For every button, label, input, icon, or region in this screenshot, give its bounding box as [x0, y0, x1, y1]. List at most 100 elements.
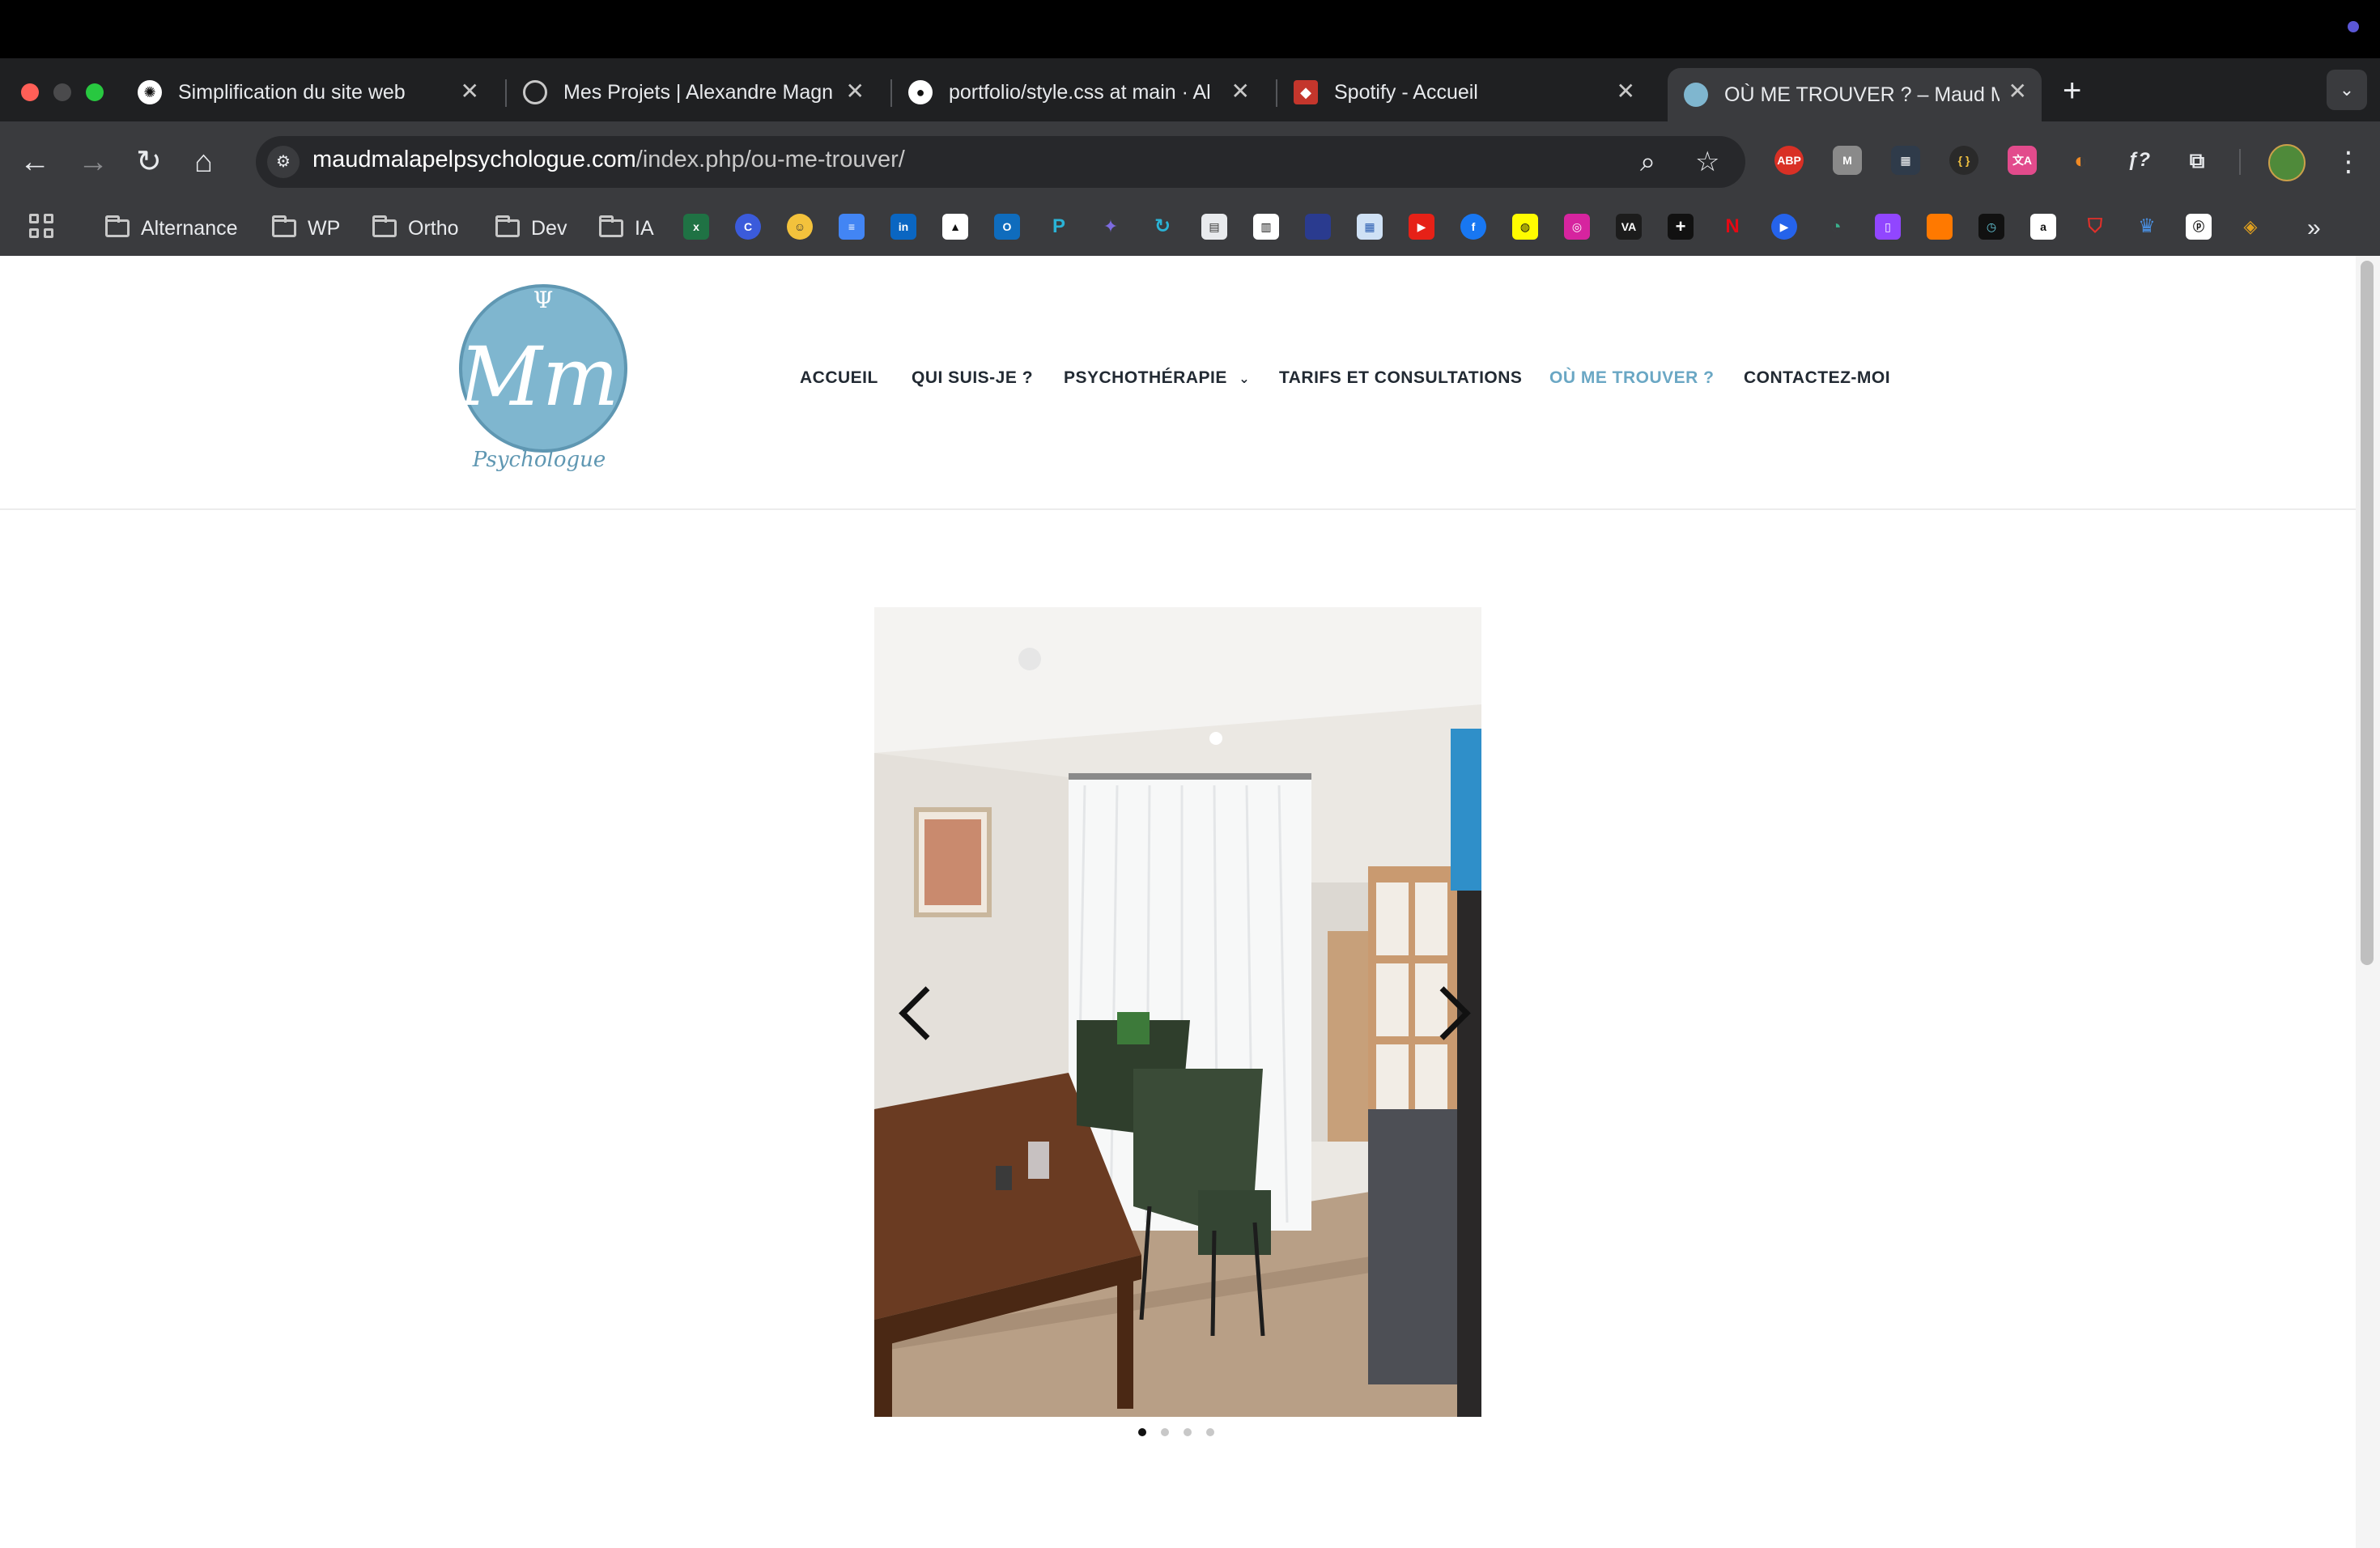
minimize-window-button[interactable]: [53, 83, 71, 101]
amazon-icon[interactable]: a: [2030, 214, 2056, 240]
moon-extension-icon[interactable]: ◐: [2066, 146, 2095, 175]
reload-button[interactable]: ↻: [136, 142, 162, 181]
chart-icon[interactable]: ◔: [1823, 214, 1849, 240]
menu-kebab-icon[interactable]: ⋮: [2335, 144, 2362, 180]
forward-button[interactable]: →: [78, 142, 108, 181]
folder-icon: [495, 215, 520, 237]
p-icon[interactable]: P: [1046, 214, 1072, 240]
close-tab-icon[interactable]: ✕: [846, 79, 865, 104]
translate-extension-icon[interactable]: 文A: [2008, 146, 2037, 175]
bookmark-folder-ortho[interactable]: Ortho: [372, 212, 459, 245]
nav-qui-suis-je[interactable]: QUI SUIS-JE ?: [912, 368, 1033, 388]
linkedin-icon[interactable]: in: [890, 214, 916, 240]
shield-icon[interactable]: ⛉: [2082, 214, 2108, 240]
outlook-icon[interactable]: O: [994, 214, 1020, 240]
logo-tagline: Psychologue: [472, 448, 606, 472]
psi-symbol: Ψ: [533, 287, 554, 313]
puzzle-icon[interactable]: ⧉: [2182, 146, 2212, 175]
browser-tab[interactable]: ✺ Simplification du site web ✕: [121, 68, 494, 117]
close-window-button[interactable]: [21, 83, 39, 101]
zoom-icon[interactable]: ⌕: [1640, 144, 1655, 180]
orange-icon[interactable]: [1927, 214, 1953, 240]
grid-icon[interactable]: ▥: [1253, 214, 1279, 240]
new-tab-button[interactable]: +: [2063, 73, 2081, 108]
emoji-icon[interactable]: ☺: [787, 214, 813, 240]
slider-pagination: [1138, 1428, 1214, 1436]
slider-dot[interactable]: [1138, 1428, 1146, 1436]
url-text[interactable]: maudmalapelpsychologue.com/index.php/ou-…: [312, 147, 905, 173]
netflix-icon[interactable]: N: [1719, 214, 1745, 240]
calendar-icon[interactable]: ▤: [1201, 214, 1227, 240]
badge-icon[interactable]: ◈: [2238, 214, 2263, 240]
folder-icon: [372, 215, 397, 237]
browser-tab-active[interactable]: OÙ ME TROUVER ? – Maud M ✕: [1668, 68, 2042, 121]
slider-dot[interactable]: [1184, 1428, 1192, 1436]
excel-icon[interactable]: x: [683, 214, 709, 240]
nav-accueil[interactable]: ACCUEIL: [800, 368, 878, 388]
apps-grid-icon[interactable]: [29, 214, 57, 241]
logo-initials: Mm: [458, 330, 619, 424]
close-tab-icon[interactable]: ✕: [2008, 79, 2027, 104]
blank-icon[interactable]: [1305, 214, 1331, 240]
crown-icon[interactable]: ♛: [2134, 214, 2160, 240]
clock-icon[interactable]: ◷: [1978, 214, 2004, 240]
office-photo: [874, 607, 1481, 1417]
board-icon[interactable]: ▦: [1357, 214, 1383, 240]
c-icon[interactable]: C: [735, 214, 761, 240]
va-icon[interactable]: VA: [1616, 214, 1642, 240]
plus-icon[interactable]: +: [1668, 214, 1694, 240]
bookmark-folder-dev[interactable]: Dev: [495, 212, 567, 245]
site-logo[interactable]: Ψ Mm Psychologue: [457, 283, 628, 484]
adblock-icon[interactable]: ABP: [1774, 146, 1804, 175]
slider-dot[interactable]: [1161, 1428, 1169, 1436]
slider-dot[interactable]: [1206, 1428, 1214, 1436]
formula-extension-icon[interactable]: ƒ?: [2124, 146, 2153, 175]
m-extension-icon[interactable]: M: [1833, 146, 1862, 175]
browser-tab[interactable]: ◆ Spotify - Accueil ✕: [1277, 68, 1650, 117]
profile-avatar[interactable]: [2268, 144, 2306, 181]
close-tab-icon[interactable]: ✕: [1231, 79, 1250, 104]
nav-psychotherapie[interactable]: PSYCHOTHÉRAPIE ⌄: [1064, 368, 1250, 388]
close-tab-icon[interactable]: ✕: [1617, 79, 1635, 104]
json-extension-icon[interactable]: { }: [1949, 146, 1978, 175]
nav-ou-me-trouver[interactable]: OÙ ME TROUVER ?: [1549, 368, 1715, 388]
playstation-icon[interactable]: ⓟ: [2186, 214, 2212, 240]
scrollbar-thumb[interactable]: [2361, 261, 2374, 965]
tab-title: Spotify - Accueil: [1334, 80, 1478, 104]
home-button[interactable]: ⌂: [194, 142, 213, 181]
star-icon[interactable]: ✦: [1098, 214, 1124, 240]
bookmark-folder-ia[interactable]: IA: [599, 212, 654, 245]
browser-tab[interactable]: Mes Projets | Alexandre Magn ✕: [507, 68, 879, 117]
nav-tarifs[interactable]: TARIFS ET CONSULTATIONS: [1279, 368, 1522, 388]
toolbar-separator: [2239, 149, 2241, 175]
more-bookmarks-icon[interactable]: »: [2307, 212, 2321, 245]
facebook-icon[interactable]: f: [1460, 214, 1486, 240]
back-button[interactable]: ←: [19, 142, 50, 181]
play-icon[interactable]: ▶: [1771, 214, 1797, 240]
refresh-icon[interactable]: ↻: [1150, 214, 1175, 240]
github-icon: ●: [908, 80, 933, 104]
snapchat-icon[interactable]: ◍: [1512, 214, 1538, 240]
instagram-icon[interactable]: ◎: [1564, 214, 1590, 240]
spotify-icon: ◆: [1294, 80, 1318, 104]
school-icon[interactable]: ▲: [942, 214, 968, 240]
bookmark-star-icon[interactable]: ☆: [1695, 144, 1719, 180]
browser-tab[interactable]: ● portfolio/style.css at main · Al ✕: [892, 68, 1264, 117]
image-slider[interactable]: [874, 607, 1481, 1417]
tab-title: portfolio/style.css at main · Al: [949, 80, 1211, 104]
close-tab-icon[interactable]: ✕: [461, 79, 479, 104]
site-info-icon[interactable]: ⚙: [267, 146, 300, 178]
os-top-bar: [0, 0, 2380, 58]
tab-search-button[interactable]: ⌄: [2327, 70, 2367, 110]
openai-icon: ✺: [138, 80, 162, 104]
docs-icon[interactable]: ≡: [839, 214, 865, 240]
youtube-icon[interactable]: ▶: [1409, 214, 1434, 240]
twitch-icon[interactable]: ▯: [1875, 214, 1901, 240]
grid-extension-icon[interactable]: ▦: [1891, 146, 1920, 175]
nav-contactez-moi[interactable]: CONTACTEZ-MOI: [1744, 368, 1890, 388]
maximize-window-button[interactable]: [86, 83, 104, 101]
bookmark-folder-wp[interactable]: WP: [272, 212, 340, 245]
bookmarks-bar: [0, 202, 2380, 257]
bookmark-folder-alternance[interactable]: Alternance: [105, 212, 238, 245]
notification-dot: [2348, 21, 2359, 32]
